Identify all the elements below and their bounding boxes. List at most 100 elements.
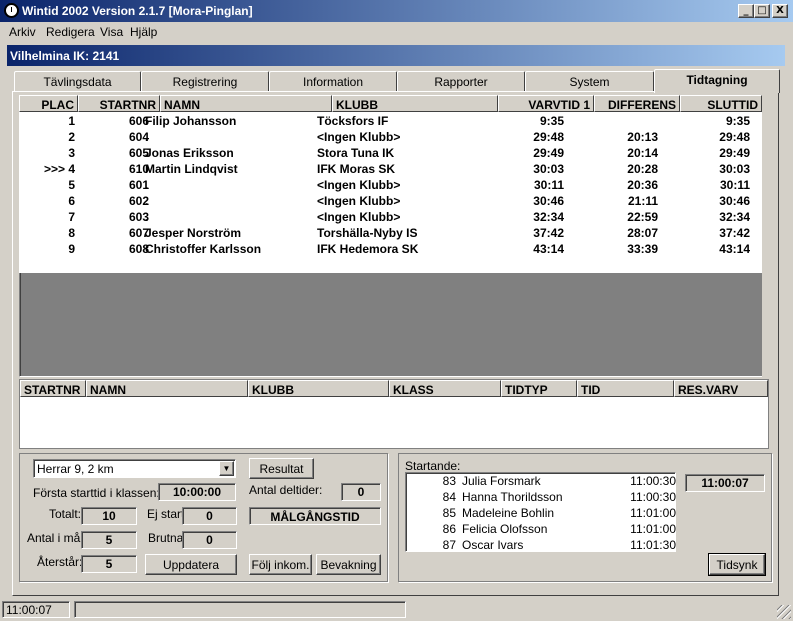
col-namn[interactable]: NAMN: [160, 95, 332, 112]
cell-namn: Martin Lindqvist: [145, 162, 238, 176]
col-startnr[interactable]: STARTNR: [20, 380, 86, 397]
menu-arkiv[interactable]: Arkiv: [9, 25, 36, 39]
table-row[interactable]: 2 604. <Ingen Klubb> 29:48 20:13 29:48: [19, 129, 762, 145]
starter-time: 11:01:00: [630, 522, 676, 536]
cell-klubb: IFK Hedemora SK: [317, 242, 419, 256]
tab-information[interactable]: Information: [269, 71, 397, 91]
watch-button[interactable]: Bevakning: [316, 554, 381, 575]
cell-plac: >>> 4: [43, 162, 75, 176]
cell-differens: 21:11: [627, 194, 658, 208]
resize-grip-icon[interactable]: [777, 605, 791, 619]
passings-grid[interactable]: STARTNR NAMN KLUBB KLASS TIDTYP TID RES.…: [19, 379, 769, 449]
col-differens[interactable]: DIFFERENS: [594, 95, 680, 112]
col-klubb[interactable]: KLUBB: [332, 95, 498, 112]
col-tidtyp[interactable]: TIDTYP: [501, 380, 577, 397]
tab-tavlingsdata[interactable]: Tävlingsdata: [14, 71, 141, 91]
cell-klubb: IFK Moras SK: [317, 162, 396, 176]
cell-differens: 20:14: [627, 146, 658, 160]
list-item[interactable]: 87 Oscar Ivars 11:01:30: [406, 537, 677, 553]
clock-icon: [4, 3, 19, 18]
split-label: Antal deltider:: [249, 483, 323, 497]
total-label: Totalt:: [49, 507, 82, 521]
update-button[interactable]: Uppdatera: [145, 554, 237, 575]
cell-differens: 33:39: [627, 242, 658, 256]
cell-varvtid: 29:48: [533, 130, 564, 144]
cell-varvtid: 32:34: [533, 210, 564, 224]
close-button[interactable]: X: [772, 4, 788, 18]
table-row[interactable]: 1 606 Filip Johansson Töcksfors IF 9:35 9:35: [19, 113, 762, 129]
list-item[interactable]: 86 Felicia Olofsson 11:01:00: [406, 521, 677, 537]
cell-klubb: <Ingen Klubb>: [317, 210, 401, 224]
cell-sluttid: 29:48: [719, 130, 750, 144]
col-plac[interactable]: PLAC: [19, 95, 78, 112]
col-tid[interactable]: TID: [577, 380, 674, 397]
list-item[interactable]: 85 Madeleine Bohlin 11:01:00: [406, 505, 677, 521]
cell-plac: 8: [68, 226, 75, 240]
title-bar: Wintid 2002 Version 2.1.7 [Mora-Pinglan]…: [0, 0, 793, 22]
col-namn[interactable]: NAMN: [86, 380, 248, 397]
table-row[interactable]: 7 603. <Ingen Klubb> 32:34 22:59 32:34: [19, 209, 762, 225]
maximize-button[interactable]: □: [754, 4, 770, 18]
tab-tidtagning[interactable]: Tidtagning: [654, 69, 780, 93]
col-klass[interactable]: KLASS: [389, 380, 501, 397]
results-scrollbar[interactable]: [762, 95, 772, 377]
tab-system[interactable]: System: [525, 71, 654, 91]
col-resvarv[interactable]: RES.VARV: [674, 380, 768, 397]
class-select[interactable]: Herrar 9, 2 km ▼: [33, 459, 236, 478]
cell-startnr: 602: [128, 194, 149, 208]
cell-differens: 20:13: [627, 130, 658, 144]
col-klubb[interactable]: KLUBB: [248, 380, 389, 397]
table-row[interactable]: 3 605 Jonas Eriksson Stora Tuna IK 29:49 20:1…: [19, 145, 762, 161]
cell-klubb: Torshälla-Nyby IS: [317, 226, 418, 240]
starter-nr: 83: [442, 474, 456, 488]
split-value: 0: [341, 483, 381, 501]
cell-startnr: 608: [128, 242, 149, 256]
remaining-label: Återstår:: [37, 555, 83, 569]
starter-time: 11:01:30: [630, 538, 676, 552]
first-start-label: Första starttid i klassen:: [33, 486, 160, 500]
menu-redigera[interactable]: Redigera: [46, 25, 95, 39]
result-button[interactable]: Resultat: [249, 458, 314, 479]
chevron-down-icon[interactable]: ▼: [219, 461, 234, 476]
minimize-button[interactable]: _: [738, 4, 754, 18]
cell-namn: Christoffer Karlsson: [145, 242, 262, 256]
table-row[interactable]: >>> 4 610 Martin Lindqvist IFK Moras SK 30:0…: [19, 161, 762, 177]
cell-startnr: 601: [128, 178, 149, 192]
follow-button[interactable]: Följ inkom.: [249, 554, 312, 575]
table-row[interactable]: 6 602. <Ingen Klubb> 30:46 21:11 30:46: [19, 193, 762, 209]
cell-plac: 7: [68, 210, 75, 224]
cell-differens: 20:28: [627, 162, 658, 176]
class-select-value: Herrar 9, 2 km: [37, 462, 114, 476]
tab-registrering[interactable]: Registrering: [141, 71, 269, 91]
cell-startnr: 610: [128, 162, 149, 176]
window-title: Wintid 2002 Version 2.1.7 [Mora-Pinglan]: [22, 4, 253, 18]
starter-nr: 85: [442, 506, 456, 520]
cell-klubb: Töcksfors IF: [317, 114, 389, 128]
cell-startnr: 607: [128, 226, 149, 240]
cell-sluttid: 9:35: [725, 114, 750, 128]
list-item[interactable]: 84 Hanna Thorildsson 11:00:30: [406, 489, 677, 505]
club-bar: Vilhelmina IK: 2141: [7, 45, 785, 66]
list-item[interactable]: 83 Julia Forsmark 11:00:30: [406, 473, 677, 489]
finish-time-button[interactable]: MÅLGÅNGSTID: [249, 507, 381, 525]
cell-sluttid: 32:34: [719, 210, 750, 224]
col-varvtid[interactable]: VARVTID 1: [498, 95, 594, 112]
starters-list[interactable]: 83 Julia Forsmark 11:00:30 84 Hanna Thorilds…: [405, 472, 676, 552]
tab-rapporter[interactable]: Rapporter: [397, 71, 525, 91]
brutna-label: Brutna:: [148, 531, 187, 545]
col-startnr[interactable]: STARTNR: [78, 95, 160, 112]
starter-time: 11:00:30: [630, 474, 676, 488]
menu-visa[interactable]: Visa: [100, 25, 123, 39]
results-grid[interactable]: PLAC STARTNR NAMN KLUBB VARVTID 1 DIFFER…: [19, 95, 762, 273]
col-sluttid[interactable]: SLUTTID: [680, 95, 762, 112]
table-row[interactable]: 5 601. <Ingen Klubb> 30:11 20:36 30:11: [19, 177, 762, 193]
status-time: 11:00:07: [2, 601, 70, 618]
table-row[interactable]: 9 608 Christoffer Karlsson IFK Hedemora SK 4…: [19, 241, 762, 257]
cell-klubb: Stora Tuna IK: [317, 146, 395, 160]
table-row[interactable]: 8 607 Jesper Norström Torshälla-Nyby IS 37:4…: [19, 225, 762, 241]
cell-namn: Jonas Eriksson: [145, 146, 234, 160]
cell-plac: 3: [68, 146, 75, 160]
menu-hjalp[interactable]: Hjälp: [130, 25, 157, 39]
cell-startnr: 605: [128, 146, 149, 160]
sync-button[interactable]: Tidsynk: [708, 553, 766, 576]
